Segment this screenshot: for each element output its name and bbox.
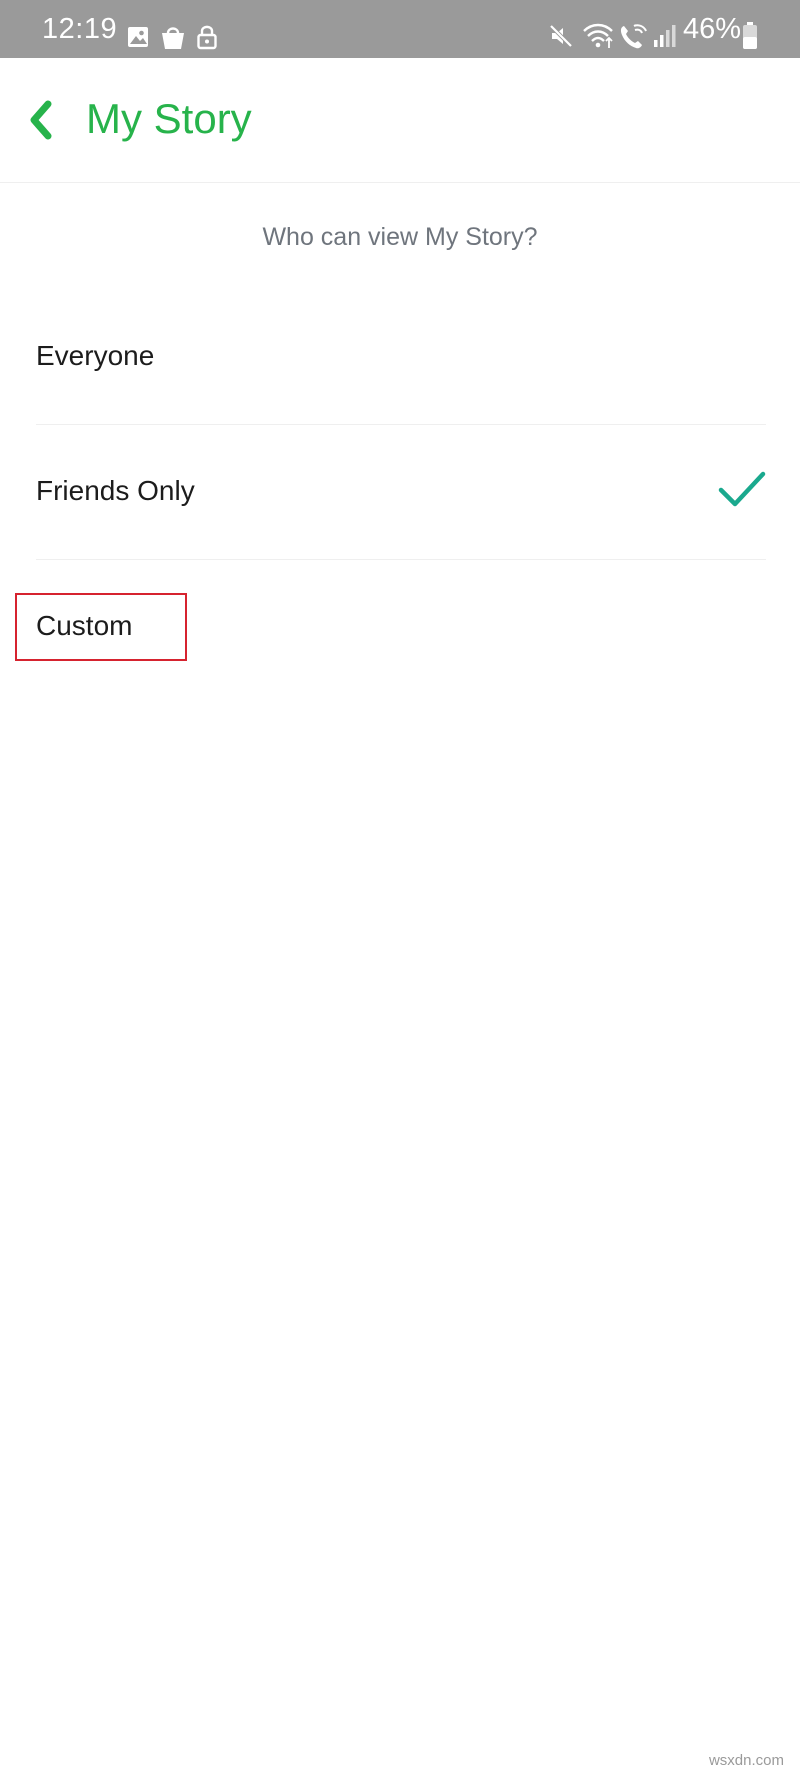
highlight-annotation: [15, 593, 187, 661]
wifi-icon: [583, 23, 613, 48]
checkmark-icon: [718, 471, 766, 507]
option-everyone[interactable]: Everyone: [36, 290, 766, 424]
option-label: Friends Only: [36, 475, 195, 506]
battery-percentage: 46%: [683, 13, 742, 45]
status-time: 12:19: [42, 13, 118, 45]
header: My Story: [0, 58, 800, 183]
lock-icon: [197, 25, 217, 50]
mute-icon: [549, 24, 573, 48]
watermark: wsxdn.com: [708, 1752, 784, 1769]
page-title: My Story: [86, 95, 252, 142]
option-label: Everyone: [36, 340, 155, 371]
back-button[interactable]: [22, 92, 62, 148]
status-bar: 12:19 46%: [0, 0, 800, 58]
image-icon: [128, 27, 148, 47]
wifi-calling-icon: [620, 24, 647, 49]
shopping-bag-icon: [162, 27, 184, 49]
battery-icon: [743, 22, 757, 49]
chevron-left-icon: [30, 100, 52, 140]
option-friends-only[interactable]: Friends Only: [36, 425, 766, 559]
view-permission-question: Who can view My Story?: [262, 223, 538, 251]
signal-icon: [654, 25, 676, 47]
